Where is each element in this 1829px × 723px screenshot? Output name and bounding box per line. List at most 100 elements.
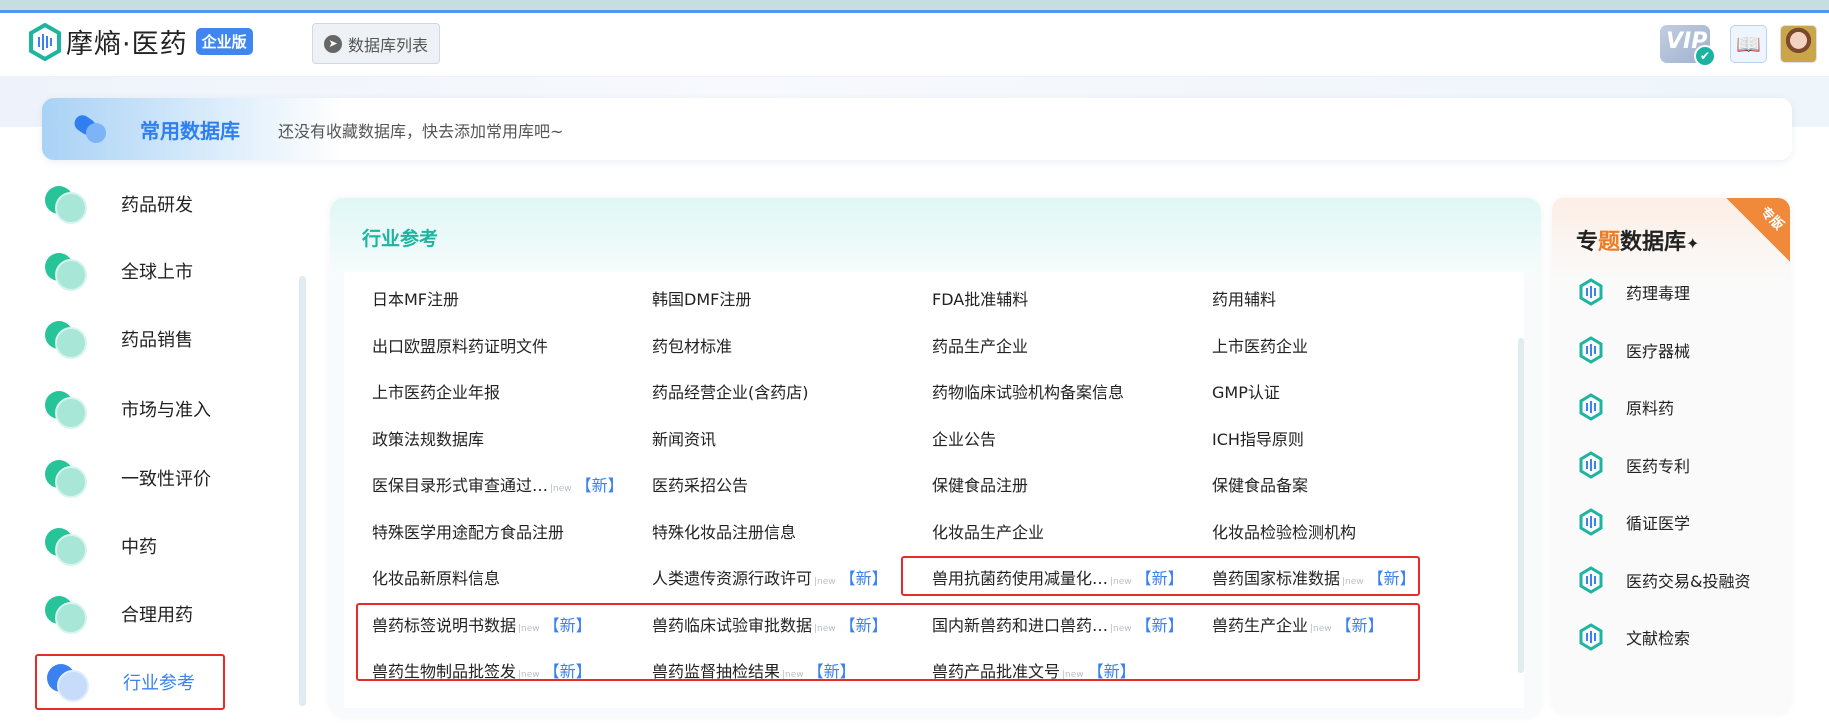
database-link[interactable]: 人类遗传资源行政许可 |new 【新】 <box>652 565 888 589</box>
database-label: 企业公告 <box>932 429 997 449</box>
database-link[interactable]: 出口欧盟原料药证明文件 <box>372 333 548 357</box>
database-label: 保健食品备案 <box>1212 476 1309 495</box>
sidebar-item[interactable]: 中药 <box>35 518 225 574</box>
logo[interactable]: 摩熵·医药 企业版 <box>28 22 253 61</box>
sidebar-item[interactable]: 药品研发 <box>35 176 225 232</box>
new-badge: 【新】 <box>839 569 888 588</box>
pill-icon <box>74 115 106 143</box>
database-label: 上市医药企业年报 <box>372 383 501 402</box>
header <box>0 13 1829 77</box>
database-link[interactable]: 特殊医学用途配方食品注册 <box>372 519 564 543</box>
sidebar-item[interactable]: 合理用药 <box>35 586 225 642</box>
database-label: 保健食品注册 <box>932 476 1029 495</box>
topic-item-label: 循证医学 <box>1626 514 1691 533</box>
database-list-button[interactable]: ➤ 数据库列表 <box>312 23 440 64</box>
database-link[interactable]: 企业公告 <box>932 426 996 450</box>
database-label: FDA批准辅料 <box>932 290 1029 309</box>
database-link[interactable]: 药包材标准 <box>652 333 732 357</box>
sidebar-item-label: 市场与准入 <box>121 400 211 421</box>
sidebar-item-label: 药品研发 <box>121 195 193 216</box>
database-label: 药物临床试验机构备案信息 <box>932 383 1125 402</box>
topic-databases-panel: 专版 专题数据库✦ 药理毒理 医疗器械 原料药 医药专利 循证医学 医药交易&投融资 文献检… <box>1552 198 1790 714</box>
grid-scrollbar[interactable] <box>1518 338 1524 673</box>
sidebar-item[interactable]: 行业参考 <box>35 654 225 710</box>
database-label: 出口欧盟原料药证明文件 <box>372 336 549 356</box>
sparkle-icon: ✦ <box>1686 234 1700 253</box>
topic-database-item[interactable]: 医疗器械 <box>1578 335 1691 364</box>
database-link[interactable]: 药品经营企业(含药店) <box>652 379 809 403</box>
help-manual-icon[interactable]: 📖 <box>1730 25 1767 63</box>
topic-database-item[interactable]: 药理毒理 <box>1578 278 1690 306</box>
database-logo-icon <box>1579 278 1603 306</box>
database-link[interactable]: GMP认证 <box>1212 379 1280 403</box>
sidebar-item[interactable]: 全球上市 <box>35 243 225 299</box>
database-label: 医药采招公告 <box>652 476 749 495</box>
database-link[interactable]: 上市医药企业年报 <box>372 379 500 403</box>
category-icon <box>45 319 91 359</box>
database-label: 药用辅料 <box>1212 290 1277 309</box>
database-link[interactable]: 化妆品检验检测机构 <box>1212 519 1356 543</box>
database-link[interactable]: 特殊化妆品注册信息 <box>652 519 796 543</box>
category-icon <box>45 184 91 224</box>
database-link[interactable]: 医保目录形式审查通过… |new 【新】 <box>372 472 624 496</box>
database-link[interactable]: ICH指导原则 <box>1212 426 1304 450</box>
database-label: 医保目录形式审查通过… |new <box>372 476 572 495</box>
category-icon <box>45 526 91 566</box>
topic-item-label: 医疗器械 <box>1626 341 1691 361</box>
database-label: 日本MF注册 <box>372 290 460 309</box>
database-link[interactable]: 保健食品备案 <box>1212 472 1308 496</box>
topic-title: 专题数据库✦ <box>1576 224 1699 256</box>
database-label: 化妆品新原料信息 <box>372 569 501 588</box>
database-link[interactable]: 医药采招公告 <box>652 472 748 496</box>
sidebar-item[interactable]: 市场与准入 <box>35 381 225 437</box>
database-link[interactable]: 化妆品生产企业 <box>932 519 1044 543</box>
database-link[interactable]: 新闻资讯 <box>652 426 716 450</box>
database-logo-icon <box>1579 565 1603 594</box>
category-icon <box>47 662 93 702</box>
database-label: 上市医药企业 <box>1212 336 1309 356</box>
sidebar-item-label: 行业参考 <box>123 673 195 694</box>
database-list-label: 数据库列表 <box>347 35 428 55</box>
database-label: 药包材标准 <box>652 336 733 356</box>
database-label: 政策法规数据库 <box>372 429 485 449</box>
highlight-box <box>356 603 1420 681</box>
database-link[interactable]: FDA批准辅料 <box>932 286 1028 310</box>
database-link[interactable]: 保健食品注册 <box>932 472 1028 496</box>
topic-item-label: 医药交易&投融资 <box>1626 571 1751 591</box>
sidebar-item-label: 合理用药 <box>121 605 193 626</box>
database-link[interactable]: 上市医药企业 <box>1212 333 1308 357</box>
topic-database-item[interactable]: 文献检索 <box>1578 623 1690 651</box>
navigation-icon: ➤ <box>323 34 342 53</box>
database-link[interactable]: 韩国DMF注册 <box>652 286 751 310</box>
special-edition-ribbon <box>1726 198 1790 262</box>
database-label: 特殊化妆品注册信息 <box>652 522 797 542</box>
database-link[interactable]: 日本MF注册 <box>372 286 459 310</box>
edition-badge: 企业版 <box>195 28 253 55</box>
topic-item-label: 原料药 <box>1626 399 1675 418</box>
database-link[interactable]: 化妆品新原料信息 <box>372 565 500 589</box>
database-logo-icon <box>1579 623 1603 651</box>
topic-database-item[interactable]: 医药交易&投融资 <box>1578 565 1751 594</box>
topic-item-label: 文献检索 <box>1626 629 1691 648</box>
sidebar-item[interactable]: 一致性评价 <box>35 450 225 506</box>
panel-title: 行业参考 <box>362 228 439 250</box>
avatar[interactable] <box>1780 25 1817 63</box>
topic-database-item[interactable]: 原料药 <box>1578 393 1674 421</box>
vip-badge[interactable]: VIP ✔ <box>1660 25 1716 67</box>
sidebar-scrollbar[interactable] <box>299 276 306 706</box>
title-highlight: 题 <box>1598 230 1621 255</box>
topic-item-label: 药理毒理 <box>1626 284 1691 303</box>
check-icon: ✔ <box>1694 45 1716 67</box>
common-databases-card: 常用数据库 还没有收藏数据库，快去添加常用库吧~ <box>42 98 1792 160</box>
database-logo-icon <box>1579 335 1603 364</box>
category-icon <box>45 251 91 291</box>
database-link[interactable]: 药用辅料 <box>1212 286 1276 310</box>
database-label: 药品经营企业(含药店) <box>652 383 809 402</box>
database-link[interactable]: 政策法规数据库 <box>372 426 484 450</box>
sidebar-item[interactable]: 药品销售 <box>35 311 225 367</box>
highlight-box <box>901 556 1420 596</box>
database-link[interactable]: 药物临床试验机构备案信息 <box>932 379 1124 403</box>
topic-database-item[interactable]: 医药专利 <box>1578 450 1690 479</box>
topic-database-item[interactable]: 循证医学 <box>1578 508 1690 536</box>
database-link[interactable]: 药品生产企业 <box>932 333 1028 357</box>
